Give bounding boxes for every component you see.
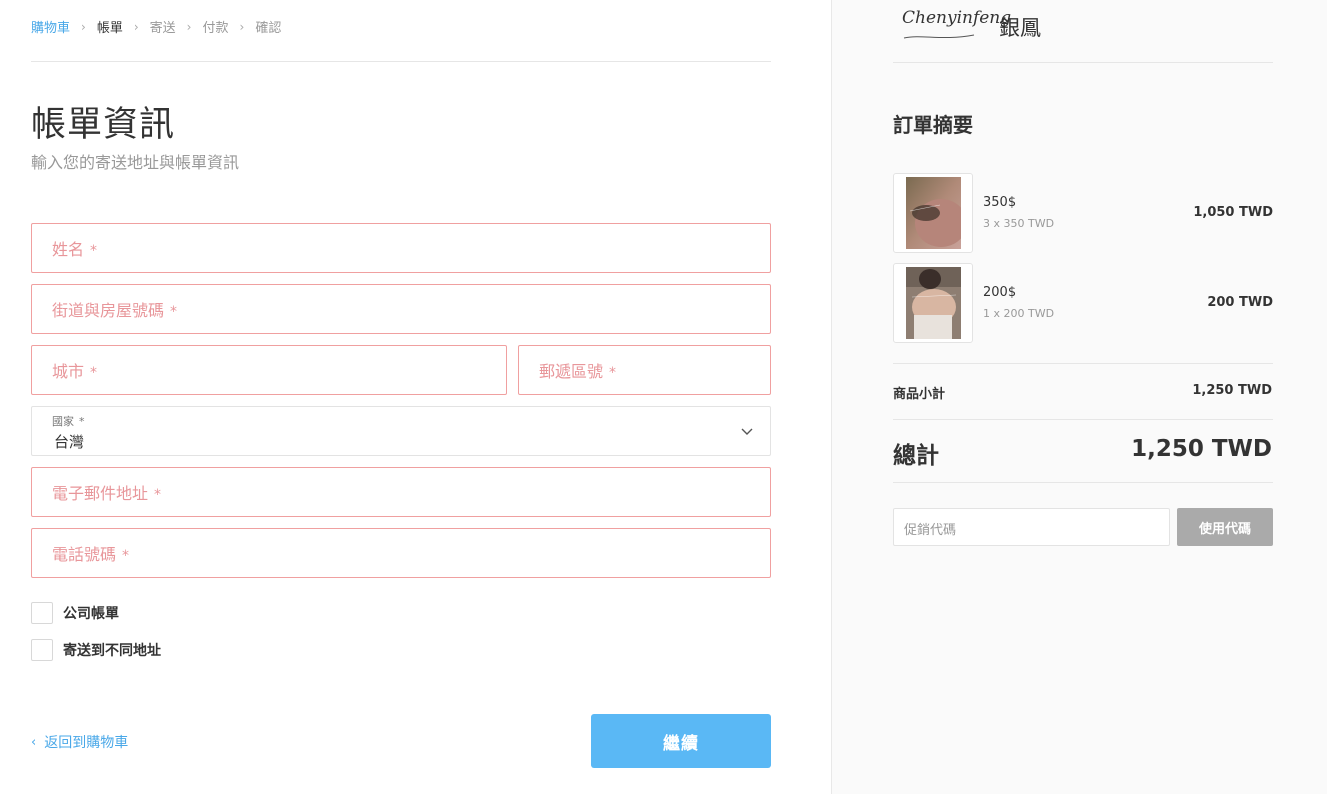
required-mark: * xyxy=(90,243,98,259)
back-to-cart-link[interactable]: ‹ 返回到購物車 xyxy=(31,732,128,752)
breadcrumb-separator: › xyxy=(81,19,86,34)
breadcrumb-confirm: 確認 xyxy=(255,21,282,36)
ship-different-address-option[interactable]: 寄送到不同地址 xyxy=(31,639,161,661)
ship-different-address-checkbox[interactable] xyxy=(31,639,53,661)
required-mark: * xyxy=(90,365,98,381)
divider xyxy=(893,419,1273,420)
country-select[interactable]: 國家 * 台灣 xyxy=(31,406,771,456)
page-subtitle: 輸入您的寄送地址與帳單資訊 xyxy=(31,153,240,172)
divider xyxy=(893,62,1273,63)
name-field-placeholder: 姓名 * xyxy=(52,240,98,259)
subtotal-label: 商品小計 xyxy=(893,387,946,402)
required-mark: * xyxy=(609,365,617,381)
promo-code-input[interactable]: 促銷代碼 xyxy=(893,508,1170,546)
checkout-form-panel: 購物車 › 帳單 › 寄送 › 付款 › 確認 帳單資訊 輸入您的寄送地址與帳單… xyxy=(0,0,831,794)
required-mark: * xyxy=(154,487,162,503)
brand-name: 銀鳳 xyxy=(999,16,1041,40)
breadcrumb-separator: › xyxy=(186,19,192,34)
company-billing-checkbox[interactable] xyxy=(31,602,53,624)
product-image xyxy=(906,267,961,339)
order-item: 350$ 3 x 350 TWD 1,050 TWD xyxy=(893,173,1273,253)
required-mark: * xyxy=(170,304,178,320)
product-thumbnail xyxy=(893,263,973,343)
back-to-cart-label: 返回到購物車 xyxy=(44,735,129,751)
ship-different-address-label: 寄送到不同地址 xyxy=(63,643,161,659)
chevron-left-icon: ‹ xyxy=(31,734,37,750)
required-mark: * xyxy=(122,548,130,564)
order-summary-panel: Chenyinfeng 銀鳳 訂單摘要 350$ 3 x 350 TWD 1,0… xyxy=(831,0,1327,794)
breadcrumb-shipping: 寄送 xyxy=(149,21,176,36)
product-image xyxy=(906,177,961,249)
logo-swash xyxy=(903,34,975,39)
chevron-down-icon xyxy=(741,428,753,435)
phone-field[interactable]: 電話號碼 * xyxy=(31,528,771,578)
subtotal-value: 1,250 TWD xyxy=(1192,383,1272,398)
page-title: 帳單資訊 xyxy=(31,105,176,145)
email-field[interactable]: 電子郵件地址 * xyxy=(31,467,771,517)
breadcrumb: 購物車 › 帳單 › 寄送 › 付款 › 確認 xyxy=(31,17,282,37)
total-label: 總計 xyxy=(893,443,939,469)
company-billing-label: 公司帳單 xyxy=(63,606,119,622)
item-line-total: 200 TWD xyxy=(1207,295,1273,310)
company-billing-option[interactable]: 公司帳單 xyxy=(31,602,119,624)
city-field-placeholder: 城市 * xyxy=(52,362,98,381)
city-field[interactable]: 城市 * xyxy=(31,345,507,395)
order-item: 200$ 1 x 200 TWD 200 TWD xyxy=(893,263,1273,343)
country-select-value: 台灣 xyxy=(54,433,85,451)
total-value: 1,250 TWD xyxy=(1131,436,1272,462)
email-field-placeholder: 電子郵件地址 * xyxy=(52,484,162,503)
divider xyxy=(893,482,1273,483)
required-mark: * xyxy=(79,415,85,428)
apply-promo-button[interactable]: 使用代碼 xyxy=(1177,508,1273,546)
item-name: 350$ xyxy=(983,195,1017,210)
breadcrumb-payment: 付款 xyxy=(202,21,229,36)
street-field[interactable]: 街道與房屋號碼 * xyxy=(31,284,771,334)
promo-code-placeholder: 促銷代碼 xyxy=(904,523,957,538)
breadcrumb-billing: 帳單 xyxy=(96,21,123,36)
postal-code-field[interactable]: 郵遞區號 * xyxy=(518,345,771,395)
divider xyxy=(31,61,771,62)
product-thumbnail xyxy=(893,173,973,253)
item-quantity: 3 x 350 TWD xyxy=(983,217,1055,230)
breadcrumb-cart[interactable]: 購物車 xyxy=(31,17,70,36)
item-name: 200$ xyxy=(983,285,1017,300)
country-select-label: 國家 * xyxy=(52,415,85,428)
street-field-placeholder: 街道與房屋號碼 * xyxy=(52,301,178,320)
name-field[interactable]: 姓名 * xyxy=(31,223,771,273)
continue-button[interactable]: 繼續 xyxy=(591,714,771,768)
phone-field-placeholder: 電話號碼 * xyxy=(52,545,130,564)
postal-code-field-placeholder: 郵遞區號 * xyxy=(539,362,617,381)
breadcrumb-separator: › xyxy=(133,19,139,34)
breadcrumb-separator: › xyxy=(239,19,245,34)
divider xyxy=(893,363,1273,364)
order-summary-title: 訂單摘要 xyxy=(893,113,973,137)
item-quantity: 1 x 200 TWD xyxy=(983,307,1055,320)
item-line-total: 1,050 TWD xyxy=(1193,205,1273,220)
brand-logo: Chenyinfeng xyxy=(902,8,1011,39)
